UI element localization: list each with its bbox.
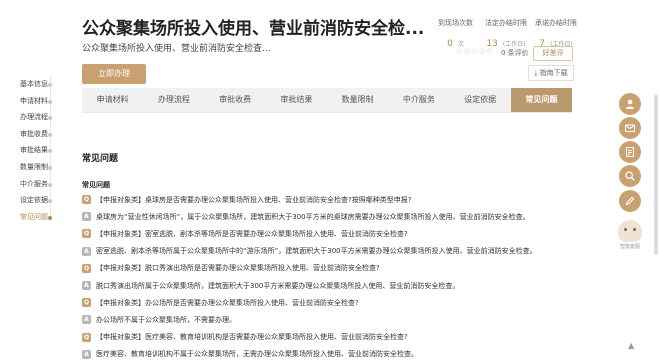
side-nav-intermediary[interactable]: 中介服务 [0,176,58,193]
back-to-top-icon[interactable]: ▲ [628,341,634,350]
question-badge: Q [82,195,91,205]
tab-intermediary[interactable]: 中介服务 [388,88,449,112]
tab-quantity[interactable]: 数量限制 [327,88,388,112]
tab-fees[interactable]: 审批收费 [205,88,266,112]
answer-badge: A [82,246,91,256]
side-nav-basis[interactable]: 设定依据 [0,192,58,209]
side-nav-materials[interactable]: 申请材料 [0,93,58,110]
mail-icon [624,124,636,133]
faq-text: 【申报对象类】办公场所是否需要办理公众聚集场所投入使用、营业前消防安全检查? [96,298,359,307]
robot-icon [618,220,642,242]
faq-text: 脱口秀演出场所属于公众聚集场所，建筑面积大于300平方米需要办理公众聚集场所投入… [96,281,460,290]
user-center-button[interactable] [619,93,641,115]
side-nav-quantity[interactable]: 数量限制 [0,159,58,176]
stat-legal-limit-unit: (工作日) [502,41,526,48]
faq-text: 【申报对象类】脱口秀演出场所是否需要办理公众聚集场所投入使用、营业前消防安全检查… [96,264,380,273]
document-icon [625,146,635,158]
guide-download-label: 指南下载 [539,69,568,77]
faq-text: 密室逃脱、剧本杀等场所属于公众聚集场所中的“游乐场所”，建筑面积大于300平方米… [96,247,537,256]
apply-now-button[interactable]: 立即办理 [82,64,146,84]
side-nav-faq[interactable]: 常见问题 [0,209,58,226]
faq-answer: A 医疗美容、教育培训机构不属于公众聚集场所，无需办理公众聚集场所投入使用、营业前… [82,346,602,363]
tab-bar: 申请材料 办理流程 审批收费 审批结果 数量限制 中介服务 设定依据 常见问题 [82,88,572,112]
feedback-button[interactable] [619,190,641,212]
faq-question: Q 【申报对象类】桌球房是否需要办理公众聚集场所投入使用、营业前消防安全检查?按照… [82,191,602,208]
faq-text: 【申报对象类】医疗美容、教育培训机构是否需要办理公众聚集场所投入使用、营业前消防… [96,333,408,342]
guide-button[interactable] [619,141,641,163]
faq-answer: A 办公场所不属于公众聚集场所，不需要办理。 [82,311,602,328]
faq-list: Q 【申报对象类】桌球房是否需要办理公众聚集场所投入使用、营业前消防安全检查?按照… [82,191,602,363]
faq-question: Q 【申报对象类】医疗美容、教育培训机构是否需要办理公众聚集场所投入使用、营业前消… [82,329,602,346]
faq-heading: 常见问题 [82,181,110,189]
guide-download-button[interactable]: ⤓ 指南下载 [528,65,574,81]
tab-basis[interactable]: 设定依据 [450,88,511,112]
side-nav-process[interactable]: 办理流程 [0,109,58,126]
side-nav-fees[interactable]: 审批收费 [0,126,58,143]
tab-process[interactable]: 办理流程 [143,88,204,112]
faq-answer: A 密室逃脱、剧本杀等场所属于公众聚集场所中的“游乐场所”，建筑面积大于300平方… [82,243,602,260]
tab-materials[interactable]: 申请材料 [82,88,143,112]
tab-divider [82,112,572,113]
rating-stars: ☆☆☆☆☆ [455,47,493,57]
faq-question: Q 【申报对象类】密室逃脱、剧本杀等场所是否需要办理公众聚集场所投入使用、营业前消… [82,225,602,242]
user-icon [625,99,635,109]
faq-question: Q 【申报对象类】脱口秀演出场所是否需要办理公众聚集场所投入使用、营业前消防安全检… [82,260,602,277]
stat-legal-limit: 法定办结时限 13 (工作日) [485,18,527,50]
faq-text: 办公场所不属于公众聚集场所，不需要办理。 [96,315,236,324]
question-badge: Q [82,263,91,273]
smart-assistant-label: 智能客服 [619,244,640,250]
faq-question: Q 【申报对象类】办公场所是否需要办理公众聚集场所投入使用、营业前消防安全检查? [82,294,602,311]
side-nav: 基本信息 申请材料 办理流程 审批收费 审批结果 数量限制 中介服务 设定依据 … [0,76,58,225]
stat-visits-value: 0 [447,39,453,49]
page-title: 公众聚集场所投入使用、营业前消防安全检... [82,19,425,39]
faq-text: 【申报对象类】密室逃脱、剧本杀等场所是否需要办理公众聚集场所投入使用、营业前消防… [96,229,408,238]
faq-text: 医疗美容、教育培训机构不属于公众聚集场所，无需办理公众聚集场所投入使用、营业前消… [96,350,418,359]
stat-visits: 到现场次数 0 次 [438,18,473,50]
search-icon [625,171,635,181]
faq-text: 【申报对象类】桌球房是否需要办理公众聚集场所投入使用、营业前消防安全检查?按照哪… [96,195,412,204]
stat-legal-limit-label: 法定办结时限 [485,19,527,27]
side-nav-results[interactable]: 审批结果 [0,142,58,159]
edit-icon [625,196,635,206]
question-badge: Q [82,229,91,239]
download-icon: ⤓ [534,69,538,77]
answer-badge: A [82,315,91,325]
answer-badge: A [82,281,91,291]
answer-badge: A [82,349,91,359]
evaluate-button[interactable]: 好差评 [533,46,573,61]
faq-text: 桌球房为“营业性休闲场所”，属于公众聚集场所，建筑面积大于300平方米的桌球房需… [96,212,530,221]
smart-assistant-button[interactable]: 智能客服 [614,220,646,250]
tab-faq[interactable]: 常见问题 [510,88,572,112]
question-badge: Q [82,298,91,308]
search-button[interactable] [619,165,641,187]
stat-visits-label: 到现场次数 [438,19,473,27]
rating-count: 0 条评价 [501,49,529,57]
question-badge: Q [82,332,91,342]
message-button[interactable] [619,117,641,139]
page-subtitle: 公众聚集场所投入使用、营业前消防安全检查... [82,44,271,54]
side-nav-basic-info[interactable]: 基本信息 [0,76,58,93]
answer-badge: A [82,212,91,222]
section-title: 常见问题 [82,154,119,164]
tab-results[interactable]: 审批结果 [266,88,327,112]
faq-answer: A 脱口秀演出场所属于公众聚集场所，建筑面积大于300平方米需要办理公众聚集场所投… [82,277,602,294]
faq-answer: A 桌球房为“营业性休闲场所”，属于公众聚集场所，建筑面积大于300平方米的桌球房… [82,208,602,225]
stat-promised-limit-label: 承诺办结时限 [535,19,577,27]
scrollbar[interactable] [654,95,658,255]
